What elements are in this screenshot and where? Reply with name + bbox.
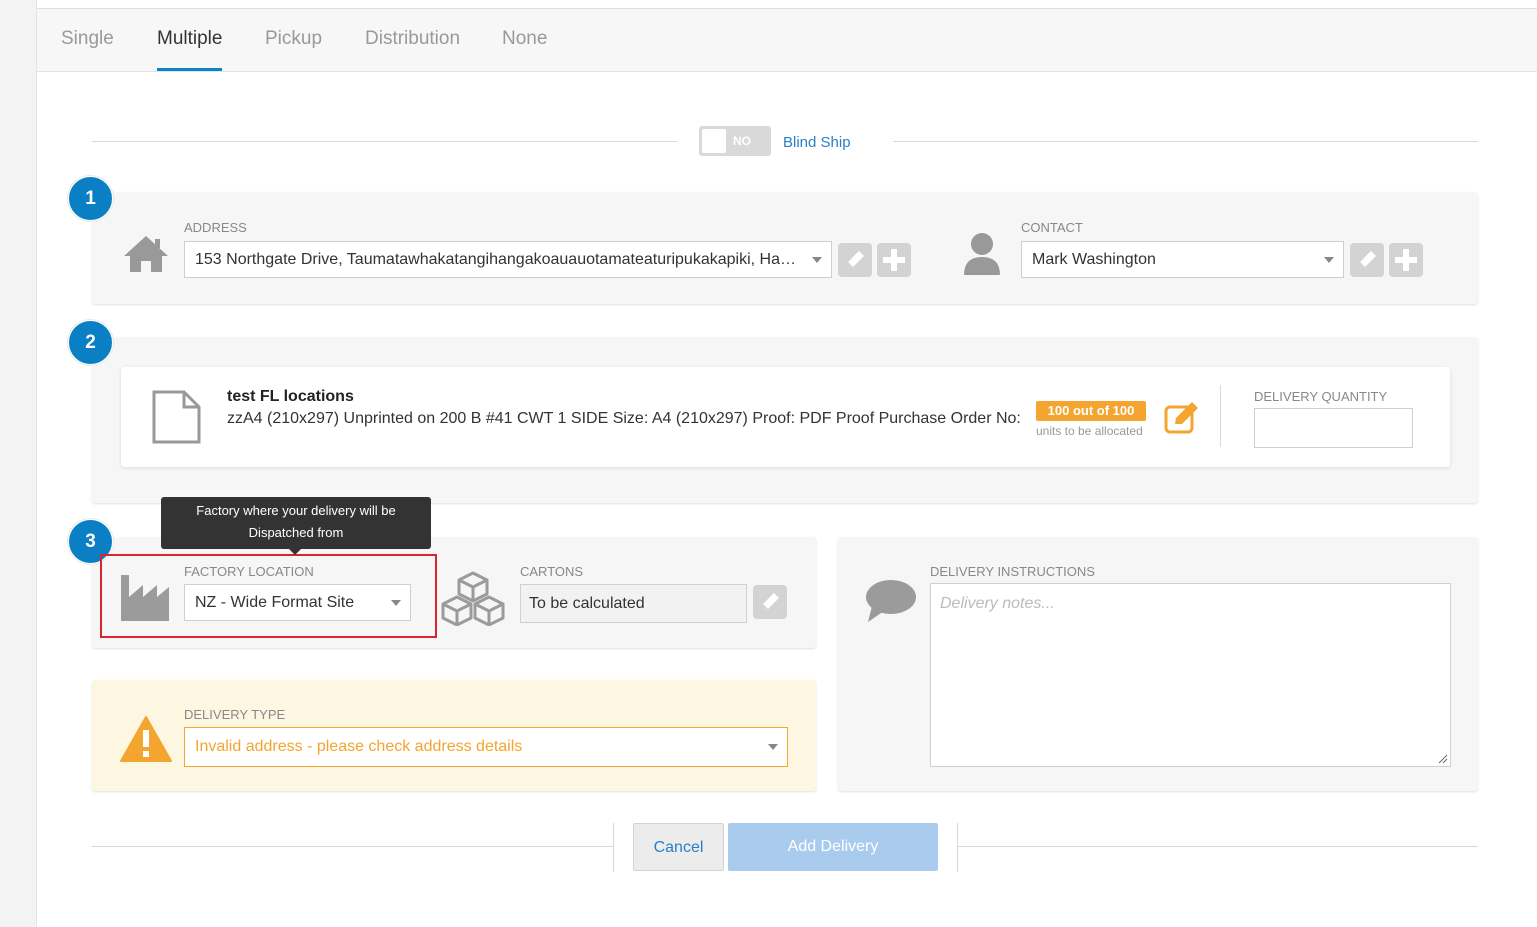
chevron-down-icon: [768, 744, 778, 750]
delivery-notes-placeholder: Delivery notes...: [940, 595, 1055, 612]
chevron-down-icon: [1324, 257, 1334, 263]
allocation-badge: 100 out of 100: [1036, 401, 1146, 421]
edit-address-button[interactable]: [838, 243, 872, 277]
edit-allocation-icon[interactable]: [1163, 399, 1203, 440]
toggle-knob: [702, 129, 726, 153]
delivery-type-label: DELIVERY TYPE: [184, 707, 286, 722]
footer-divider-left: [92, 846, 613, 847]
factory-tooltip: Factory where your delivery will be Disp…: [161, 497, 431, 555]
cartons-field: To be calculated: [520, 584, 747, 623]
edit-cartons-button[interactable]: [753, 585, 787, 619]
product-divider: [1220, 385, 1221, 447]
factory-icon: [119, 573, 171, 628]
factory-select[interactable]: NZ - Wide Format Site: [184, 584, 411, 621]
user-icon: [962, 231, 1002, 282]
add-contact-button[interactable]: [1389, 243, 1423, 277]
delivery-notes-textarea[interactable]: Delivery notes...: [930, 583, 1451, 767]
document-icon: [151, 389, 203, 450]
cartons-label: CARTONS: [520, 564, 584, 579]
pencil-icon: [847, 251, 864, 268]
tab-pickup[interactable]: Pickup: [265, 9, 322, 71]
tab-distribution[interactable]: Distribution: [365, 9, 460, 71]
footer-divider-right: [958, 846, 1478, 847]
add-delivery-button[interactable]: Add Delivery: [728, 823, 938, 871]
address-label: ADDRESS: [184, 220, 247, 235]
tooltip-line-2: Dispatched from: [248, 525, 344, 540]
contact-label: CONTACT: [1021, 220, 1083, 235]
tab-single[interactable]: Single: [61, 9, 114, 71]
blind-ship-label[interactable]: Blind Ship: [783, 134, 851, 151]
step-2-badge: 2: [68, 320, 113, 365]
edit-contact-button[interactable]: [1350, 243, 1384, 277]
delivery-quantity-label: DELIVERY QUANTITY: [1254, 389, 1388, 404]
product-title: test FL locations: [227, 388, 354, 405]
factory-value: NZ - Wide Format Site: [195, 594, 355, 611]
allocation-subtext: units to be allocated: [1036, 424, 1143, 438]
tab-none[interactable]: None: [502, 9, 547, 71]
chevron-down-icon: [812, 257, 822, 263]
address-value: 153 Northgate Drive, Taumatawhakatangiha…: [195, 251, 801, 268]
speech-bubble-icon: [864, 578, 918, 629]
tab-multiple[interactable]: Multiple: [157, 9, 223, 71]
product-description: zzA4 (210x297) Unprinted on 200 B #41 CW…: [227, 410, 1021, 427]
pencil-icon: [762, 593, 779, 610]
chevron-down-icon: [391, 600, 401, 606]
divider-right: [893, 141, 1478, 142]
tooltip-line-1: Factory where your delivery will be: [196, 503, 396, 518]
resize-handle-icon: [1438, 754, 1448, 764]
footer-vline-left: [613, 823, 614, 872]
address-select[interactable]: 153 Northgate Drive, Taumatawhakatangiha…: [184, 241, 832, 278]
delivery-type-value: Invalid address - please check address d…: [195, 738, 523, 755]
step-1-badge: 1: [68, 176, 113, 221]
cancel-button[interactable]: Cancel: [633, 823, 724, 871]
add-address-button[interactable]: [877, 243, 911, 277]
contact-value: Mark Washington: [1032, 251, 1156, 268]
delivery-quantity-input[interactable]: [1254, 408, 1413, 448]
footer-vline-right: [957, 823, 958, 872]
contact-select[interactable]: Mark Washington: [1021, 241, 1344, 278]
delivery-tabs: Single Multiple Pickup Distribution None: [37, 9, 1537, 72]
divider-left: [92, 141, 677, 142]
pencil-icon: [1359, 251, 1376, 268]
warning-icon: [119, 715, 173, 768]
factory-label: FACTORY LOCATION: [184, 564, 314, 579]
home-icon: [122, 234, 170, 279]
plus-icon: [883, 249, 905, 271]
boxes-icon: [440, 570, 506, 631]
toggle-text: NO: [733, 134, 751, 148]
blind-ship-toggle[interactable]: NO: [699, 126, 771, 156]
delivery-instructions-label: DELIVERY INSTRUCTIONS: [930, 564, 1095, 579]
plus-icon: [1395, 249, 1417, 271]
delivery-type-select[interactable]: Invalid address - please check address d…: [184, 727, 788, 767]
